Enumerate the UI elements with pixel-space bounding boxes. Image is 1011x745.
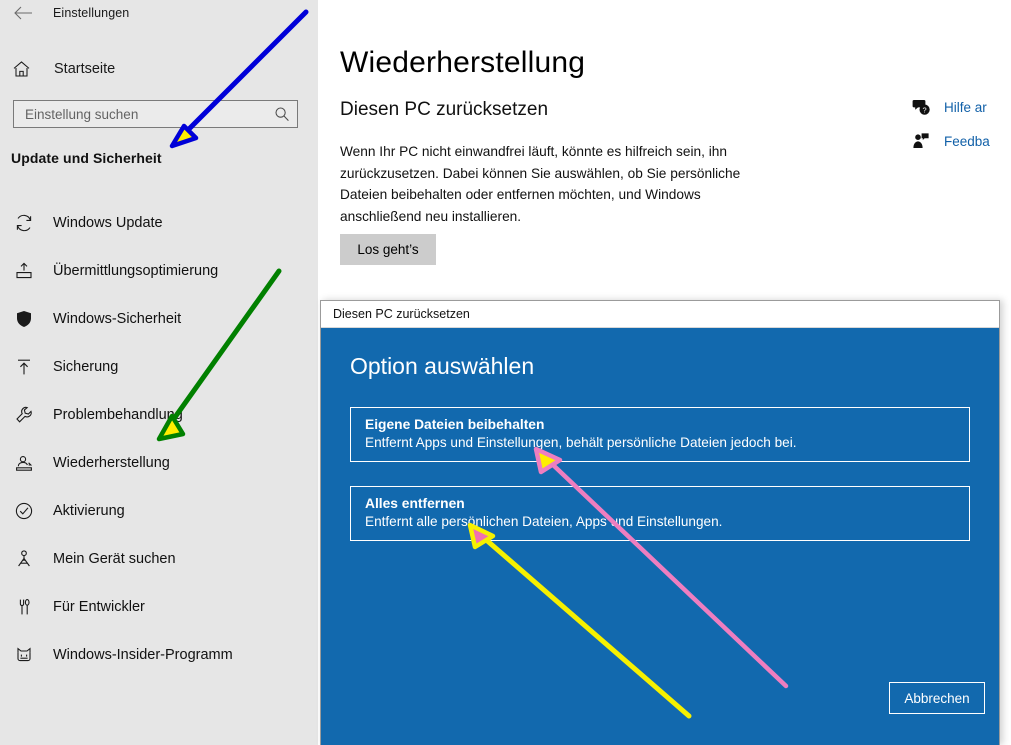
page-title: Wiederherstellung [340, 46, 586, 79]
search-icon[interactable] [267, 101, 297, 127]
sidebar-item-label: Sicherung [53, 359, 119, 375]
insider-cat-icon [11, 642, 37, 668]
dialog-title: Diesen PC zurücksetzen [333, 307, 470, 321]
check-circle-icon [11, 498, 37, 524]
sidebar-item-windows-update[interactable]: Windows Update [0, 199, 318, 247]
option-title: Eigene Dateien beibehalten [365, 417, 545, 432]
sidebar-item-home[interactable]: Startseite [0, 52, 318, 86]
sidebar-item-label: Windows-Insider-Programm [53, 647, 233, 663]
help-question-icon: ? [906, 98, 936, 116]
backup-upload-icon [11, 354, 37, 380]
dialog-heading: Option auswählen [350, 353, 535, 379]
sidebar: Einstellungen Startseite Update und Sich… [0, 0, 318, 745]
sidebar-item-fuer-entwickler[interactable]: Für Entwickler [0, 583, 318, 631]
reset-pc-dialog: Diesen PC zurücksetzen Option auswählen … [320, 300, 1000, 745]
sidebar-item-label: Problembehandlung [53, 407, 183, 423]
settings-window: Einstellungen Startseite Update und Sich… [0, 0, 1011, 745]
sidebar-item-label: Mein Gerät suchen [53, 551, 176, 567]
option-description: Entfernt alle persönlichen Dateien, Apps… [365, 514, 723, 529]
sidebar-item-mein-geraet-suchen[interactable]: Mein Gerät suchen [0, 535, 318, 583]
search-input[interactable] [14, 101, 267, 127]
sidebar-item-label: Übermittlungsoptimierung [53, 263, 219, 279]
sidebar-item-problembehandlung[interactable]: Problembehandlung [0, 391, 318, 439]
sidebar-item-label: Windows-Sicherheit [53, 311, 182, 327]
option-description: Entfernt Apps und Einstellungen, behält … [365, 435, 797, 450]
help-link-label: Hilfe ar [944, 99, 987, 115]
recovery-icon [11, 450, 37, 476]
sidebar-item-sicherung[interactable]: Sicherung [0, 343, 318, 391]
cancel-button[interactable]: Abbrechen [889, 682, 985, 714]
sidebar-item-aktivierung[interactable]: Aktivierung [0, 487, 318, 535]
option-title: Alles entfernen [365, 496, 465, 511]
sidebar-nav: Windows Update Übermittlungsoptimierung [0, 199, 318, 679]
feedback-person-icon [906, 132, 936, 150]
wrench-icon [11, 402, 37, 428]
sidebar-item-windows-sicherheit[interactable]: Windows-Sicherheit [0, 295, 318, 343]
sidebar-item-windows-insider-programm[interactable]: Windows-Insider-Programm [0, 631, 318, 679]
sidebar-item-home-label: Startseite [54, 61, 116, 77]
search-box[interactable] [13, 100, 298, 128]
find-device-icon [11, 546, 37, 572]
dialog-titlebar: Diesen PC zurücksetzen [321, 301, 999, 328]
sidebar-item-label: Für Entwickler [53, 599, 145, 615]
dialog-options: Eigene Dateien beibehalten Entfernt Apps… [350, 407, 970, 565]
upload-box-icon [11, 258, 37, 284]
option-keep-my-files[interactable]: Eigene Dateien beibehalten Entfernt Apps… [350, 407, 970, 462]
option-remove-everything[interactable]: Alles entfernen Entfernt alle persönlich… [350, 486, 970, 541]
developer-tools-icon [11, 594, 37, 620]
sidebar-item-label: Aktivierung [53, 503, 125, 519]
back-arrow-icon[interactable] [0, 0, 46, 26]
sidebar-item-label: Windows Update [53, 215, 163, 231]
get-started-button[interactable]: Los geht’s [340, 234, 436, 265]
app-title: Einstellungen [53, 6, 130, 20]
section-description: Wenn Ihr PC nicht einwandfrei läuft, kön… [340, 144, 741, 224]
sidebar-item-uebermittlungsoptimierung[interactable]: Übermittlungsoptimierung [0, 247, 318, 295]
home-icon [12, 56, 42, 82]
refresh-icon [11, 210, 37, 236]
help-link[interactable]: ? Hilfe ar [906, 90, 1011, 124]
section-heading: Diesen PC zurücksetzen [340, 99, 549, 120]
aside-links: ? Hilfe ar Feedba [906, 90, 1011, 158]
sidebar-item-label: Wiederherstellung [53, 455, 170, 471]
sidebar-section-title: Update und Sicherheit [11, 150, 162, 166]
feedback-link[interactable]: Feedba [906, 124, 1011, 158]
feedback-link-label: Feedba [944, 133, 990, 149]
window-titlebar: Einstellungen [0, 0, 318, 26]
svg-text:?: ? [923, 106, 927, 115]
shield-icon [11, 306, 37, 332]
sidebar-item-wiederherstellung[interactable]: Wiederherstellung [0, 439, 318, 487]
